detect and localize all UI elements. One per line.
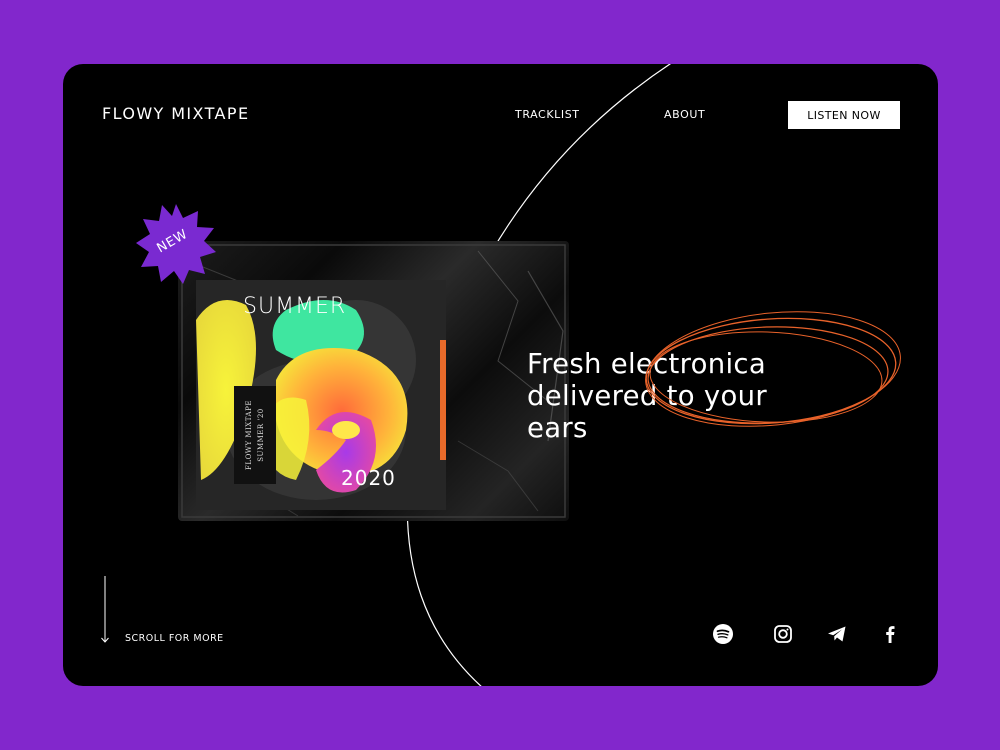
nav-about[interactable]: ABOUT <box>664 108 705 121</box>
scroll-for-more[interactable]: SCROLL FOR MORE <box>125 633 224 644</box>
facebook-icon[interactable] <box>879 623 901 645</box>
logo[interactable]: FLOWY MIXTAPE <box>102 104 249 123</box>
instagram-icon[interactable] <box>772 623 794 645</box>
album-spine-label: FLOWY MIXTAPE SUMMER '20 <box>234 386 276 484</box>
album-cover[interactable]: SUMMER FLOWY MIXTAPE SUMMER '20 2020 <box>196 280 446 510</box>
spine-line-2: SUMMER '20 <box>257 408 265 462</box>
album-title: SUMMER <box>243 294 347 319</box>
spine-line-1: FLOWY MIXTAPE <box>245 400 253 470</box>
nav-tracklist[interactable]: TRACKLIST <box>515 108 580 121</box>
scroll-arrow-icon[interactable] <box>100 576 110 644</box>
scribble-circle <box>645 311 901 427</box>
album-year: 2020 <box>341 466 396 490</box>
hero-card: FLOWY MIXTAPE TRACKLIST ABOUT LISTEN NOW <box>63 64 938 686</box>
listen-now-button[interactable]: LISTEN NOW <box>788 101 900 129</box>
telegram-icon[interactable] <box>826 623 848 645</box>
spotify-icon[interactable] <box>712 623 734 645</box>
